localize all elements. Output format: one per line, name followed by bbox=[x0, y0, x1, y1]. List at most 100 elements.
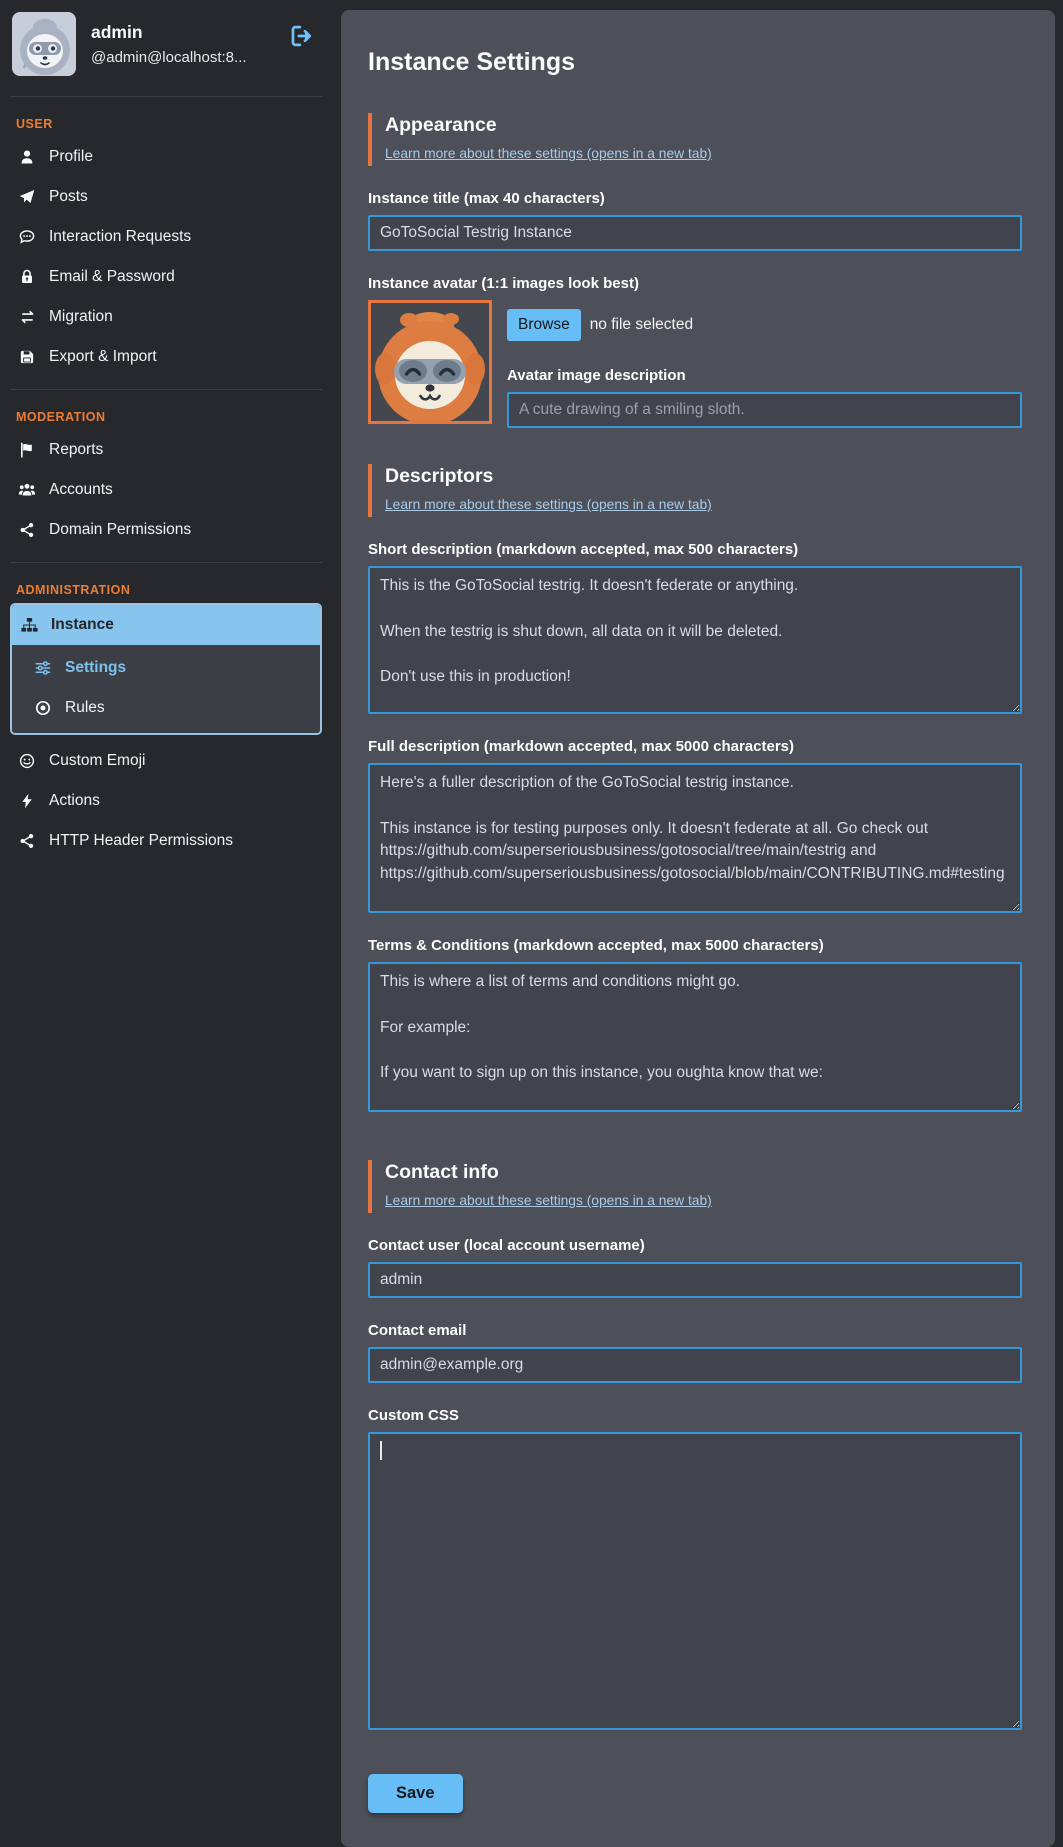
avatar-description-label: Avatar image description bbox=[507, 367, 1022, 384]
full-description-textarea[interactable]: Here's a fuller description of the GoToS… bbox=[368, 763, 1022, 913]
arrows-left-right-icon bbox=[18, 309, 36, 325]
contact-user-input[interactable] bbox=[368, 1262, 1022, 1298]
save-button[interactable]: Save bbox=[368, 1774, 463, 1813]
avatar-file-picker: Browse no file selected bbox=[507, 309, 1022, 341]
field-full-description: Full description (markdown accepted, max… bbox=[368, 738, 1022, 913]
sidebar-item-label: Migration bbox=[49, 308, 113, 326]
sidebar-item-profile[interactable]: Profile bbox=[10, 137, 322, 177]
sidebar-item-reports[interactable]: Reports bbox=[10, 430, 322, 470]
sidebar-item-label: Domain Permissions bbox=[49, 521, 191, 539]
custom-css-textarea[interactable] bbox=[368, 1432, 1022, 1730]
floppy-disk-icon bbox=[18, 349, 36, 365]
page-title: Instance Settings bbox=[368, 48, 1022, 77]
field-terms: Terms & Conditions (markdown accepted, m… bbox=[368, 937, 1022, 1112]
learn-more-link[interactable]: Learn more about these settings (opens i… bbox=[385, 497, 712, 512]
user-names: admin @admin@localhost:8... bbox=[91, 22, 247, 66]
section-label-administration: ADMINISTRATION bbox=[16, 583, 322, 597]
sidebar-section-administration: ADMINISTRATION Instance Settings bbox=[10, 583, 322, 873]
sidebar-section-moderation: MODERATION Reports Accounts Domain Permi… bbox=[10, 410, 322, 563]
instance-title-input[interactable] bbox=[368, 215, 1022, 251]
section-label-user: USER bbox=[16, 117, 322, 131]
sidebar-item-label: Accounts bbox=[49, 481, 113, 499]
user-card[interactable]: admin @admin@localhost:8... bbox=[10, 10, 322, 97]
sidebar-item-label: Actions bbox=[49, 792, 100, 810]
instance-title-label: Instance title (max 40 characters) bbox=[368, 190, 1022, 207]
sidebar-item-settings[interactable]: Settings bbox=[26, 648, 320, 688]
field-instance-avatar: Instance avatar (1:1 images look best) bbox=[368, 275, 1022, 428]
instance-avatar-label: Instance avatar (1:1 images look best) bbox=[368, 275, 1022, 292]
logout-icon[interactable] bbox=[288, 22, 316, 53]
user-handle: @admin@localhost:8... bbox=[91, 49, 247, 66]
learn-more-link[interactable]: Learn more about these settings (opens i… bbox=[385, 146, 712, 161]
custom-css-label: Custom CSS bbox=[368, 1407, 1022, 1424]
users-icon bbox=[18, 482, 36, 498]
circle-dot-icon bbox=[34, 700, 52, 716]
main-panel: Instance Settings Appearance Learn more … bbox=[341, 10, 1055, 1847]
sidebar-item-label: Instance bbox=[51, 616, 114, 634]
smiley-icon bbox=[18, 753, 36, 769]
terms-textarea[interactable]: This is where a list of terms and condit… bbox=[368, 962, 1022, 1112]
section-descriptors-header: Descriptors Learn more about these setti… bbox=[368, 464, 1022, 517]
field-short-description: Short description (markdown accepted, ma… bbox=[368, 541, 1022, 714]
field-instance-title: Instance title (max 40 characters) bbox=[368, 190, 1022, 251]
user-icon bbox=[18, 149, 36, 165]
sidebar-item-label: Posts bbox=[49, 188, 88, 206]
user-avatar bbox=[12, 12, 76, 76]
sidebar-item-email-password[interactable]: Email & Password bbox=[10, 257, 322, 297]
contact-email-label: Contact email bbox=[368, 1322, 1022, 1339]
flag-icon bbox=[18, 442, 36, 458]
sidebar-item-label: Reports bbox=[49, 441, 103, 459]
section-label-moderation: MODERATION bbox=[16, 410, 322, 424]
paper-plane-icon bbox=[18, 189, 36, 205]
sidebar-item-custom-emoji[interactable]: Custom Emoji bbox=[10, 741, 322, 781]
sidebar-item-posts[interactable]: Posts bbox=[10, 177, 322, 217]
terms-label: Terms & Conditions (markdown accepted, m… bbox=[368, 937, 1022, 954]
sitemap-icon bbox=[20, 617, 38, 633]
sidebar-item-label: Profile bbox=[49, 148, 93, 166]
sidebar-item-label: HTTP Header Permissions bbox=[49, 832, 233, 850]
sidebar-item-instance[interactable]: Instance bbox=[12, 605, 320, 645]
full-description-label: Full description (markdown accepted, max… bbox=[368, 738, 1022, 755]
sidebar-item-label: Export & Import bbox=[49, 348, 157, 366]
sidebar-section-user: USER Profile Posts Interaction Requests bbox=[10, 117, 322, 390]
field-contact-user: Contact user (local account username) bbox=[368, 1237, 1022, 1298]
contact-email-input[interactable] bbox=[368, 1347, 1022, 1383]
section-title: Appearance bbox=[385, 114, 1022, 137]
short-description-textarea[interactable]: This is the GoToSocial testrig. It doesn… bbox=[368, 566, 1022, 714]
sidebar-item-label: Email & Password bbox=[49, 268, 175, 286]
user-name: admin bbox=[91, 22, 247, 43]
sliders-icon bbox=[34, 660, 52, 676]
learn-more-link[interactable]: Learn more about these settings (opens i… bbox=[385, 1193, 712, 1208]
sidebar-item-actions[interactable]: Actions bbox=[10, 781, 322, 821]
instance-avatar-preview bbox=[368, 300, 492, 424]
comment-dots-icon bbox=[18, 229, 36, 245]
section-title: Contact info bbox=[385, 1161, 1022, 1184]
app-layout: admin @admin@localhost:8... USER Profile bbox=[0, 0, 1063, 1847]
avatar-description-input[interactable] bbox=[507, 392, 1022, 428]
section-contact-header: Contact info Learn more about these sett… bbox=[368, 1160, 1022, 1213]
sidebar-item-label: Rules bbox=[65, 699, 105, 717]
sidebar-item-http-header-permissions[interactable]: HTTP Header Permissions bbox=[10, 821, 322, 861]
sidebar: admin @admin@localhost:8... USER Profile bbox=[10, 10, 322, 873]
browse-button[interactable]: Browse bbox=[507, 309, 581, 341]
sidebar-item-rules[interactable]: Rules bbox=[26, 688, 320, 728]
sidebar-item-domain-permissions[interactable]: Domain Permissions bbox=[10, 510, 322, 550]
sidebar-item-export-import[interactable]: Export & Import bbox=[10, 337, 322, 377]
share-nodes-icon bbox=[18, 833, 36, 849]
no-file-selected-text: no file selected bbox=[590, 316, 693, 334]
sidebar-item-interaction-requests[interactable]: Interaction Requests bbox=[10, 217, 322, 257]
contact-user-label: Contact user (local account username) bbox=[368, 1237, 1022, 1254]
short-description-label: Short description (markdown accepted, ma… bbox=[368, 541, 1022, 558]
instance-menu-block: Instance Settings Rules bbox=[10, 603, 322, 735]
field-contact-email: Contact email bbox=[368, 1322, 1022, 1383]
lock-icon bbox=[18, 269, 36, 285]
share-nodes-icon bbox=[18, 522, 36, 538]
sidebar-item-accounts[interactable]: Accounts bbox=[10, 470, 322, 510]
section-title: Descriptors bbox=[385, 465, 1022, 488]
sidebar-item-label: Interaction Requests bbox=[49, 228, 191, 246]
text-cursor bbox=[380, 1441, 382, 1460]
instance-submenu: Settings Rules bbox=[12, 645, 320, 733]
section-appearance-header: Appearance Learn more about these settin… bbox=[368, 113, 1022, 166]
sidebar-item-migration[interactable]: Migration bbox=[10, 297, 322, 337]
sidebar-item-label: Custom Emoji bbox=[49, 752, 145, 770]
